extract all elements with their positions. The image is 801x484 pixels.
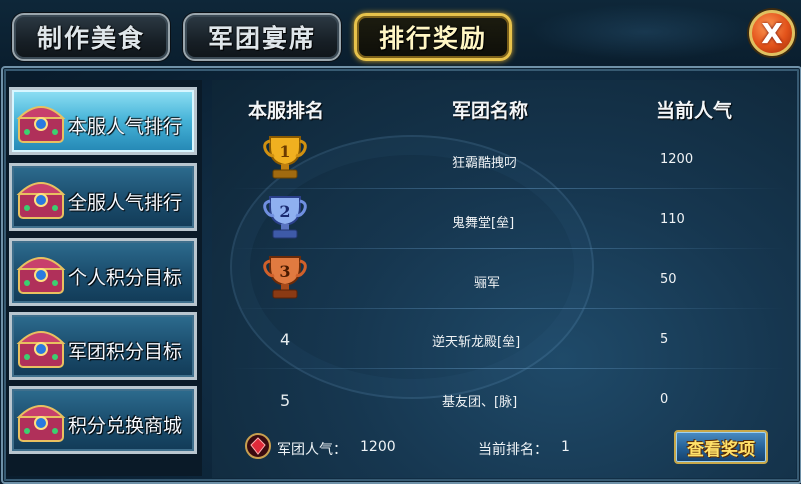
sidebar-item-all-server-ranking[interactable]: 全服人气排行 (9, 163, 197, 231)
treasure-chest-icon (16, 182, 66, 219)
sidebar-item-label: 积分兑换商城 (68, 415, 183, 437)
rank-number: 5 (280, 391, 291, 410)
view-rewards-button[interactable]: 查看奖项 (674, 430, 768, 464)
treasure-chest-icon (16, 257, 66, 294)
sidebar-item-label: 全服人气排行 (68, 192, 183, 214)
header-legion-name: 军团名称 (452, 100, 529, 122)
popularity-value: 50 (660, 272, 677, 287)
rank-number: 4 (280, 330, 291, 349)
legion-name: 骊军 (474, 276, 501, 291)
legion-popularity-label: 军团人气： (277, 442, 347, 458)
header-rank: 本服排名 (248, 100, 325, 122)
row-divider (230, 188, 786, 189)
legion-name: 鬼舞堂[垒] (452, 216, 515, 231)
popularity-value: 110 (660, 212, 685, 227)
svg-text:1: 1 (279, 142, 290, 161)
sidebar-item-personal-goal[interactable]: 个人积分目标 (9, 238, 197, 306)
sidebar-item-label: 本服人气排行 (68, 116, 183, 138)
treasure-chest-icon (16, 106, 66, 143)
popularity-value: 5 (660, 332, 669, 347)
tab-ranking-rewards[interactable]: 排行奖励 (354, 13, 512, 61)
ornament (530, 4, 760, 60)
sidebar-item-label: 军团积分目标 (68, 341, 183, 363)
legion-name: 逆天斩龙殿[垒] (432, 335, 521, 350)
legion-name: 狂霸酷拽叼 (452, 156, 518, 171)
svg-text:3: 3 (279, 262, 290, 281)
row-divider (230, 248, 786, 249)
sidebar-item-points-shop[interactable]: 积分兑换商城 (9, 386, 197, 454)
current-rank-value: 1 (561, 439, 570, 455)
close-button[interactable]: X (749, 10, 795, 56)
sidebar-item-server-ranking[interactable]: 本服人气排行 (9, 87, 197, 155)
legion-name: 基友团、[脉] (442, 395, 518, 410)
sidebar-item-legion-goal[interactable]: 军团积分目标 (9, 312, 197, 380)
treasure-chest-icon (16, 331, 66, 368)
svg-text:2: 2 (279, 202, 290, 221)
tab-cooking[interactable]: 制作美食 (12, 13, 170, 61)
popularity-gem-icon (245, 433, 271, 459)
popularity-value: 1200 (660, 152, 694, 167)
silver-trophy-icon: 2 (263, 196, 307, 239)
gold-trophy-icon: 1 (263, 136, 307, 179)
row-divider (230, 308, 786, 309)
header-popularity: 当前人气 (656, 100, 733, 122)
popularity-value: 0 (660, 392, 669, 407)
sidebar-item-label: 个人积分目标 (68, 267, 183, 289)
tab-legion-banquet[interactable]: 军团宴席 (183, 13, 341, 61)
row-divider (230, 368, 786, 369)
legion-popularity-value: 1200 (360, 439, 396, 455)
current-rank-label: 当前排名： (478, 442, 548, 458)
treasure-chest-icon (16, 405, 66, 442)
bronze-trophy-icon: 3 (263, 256, 307, 299)
